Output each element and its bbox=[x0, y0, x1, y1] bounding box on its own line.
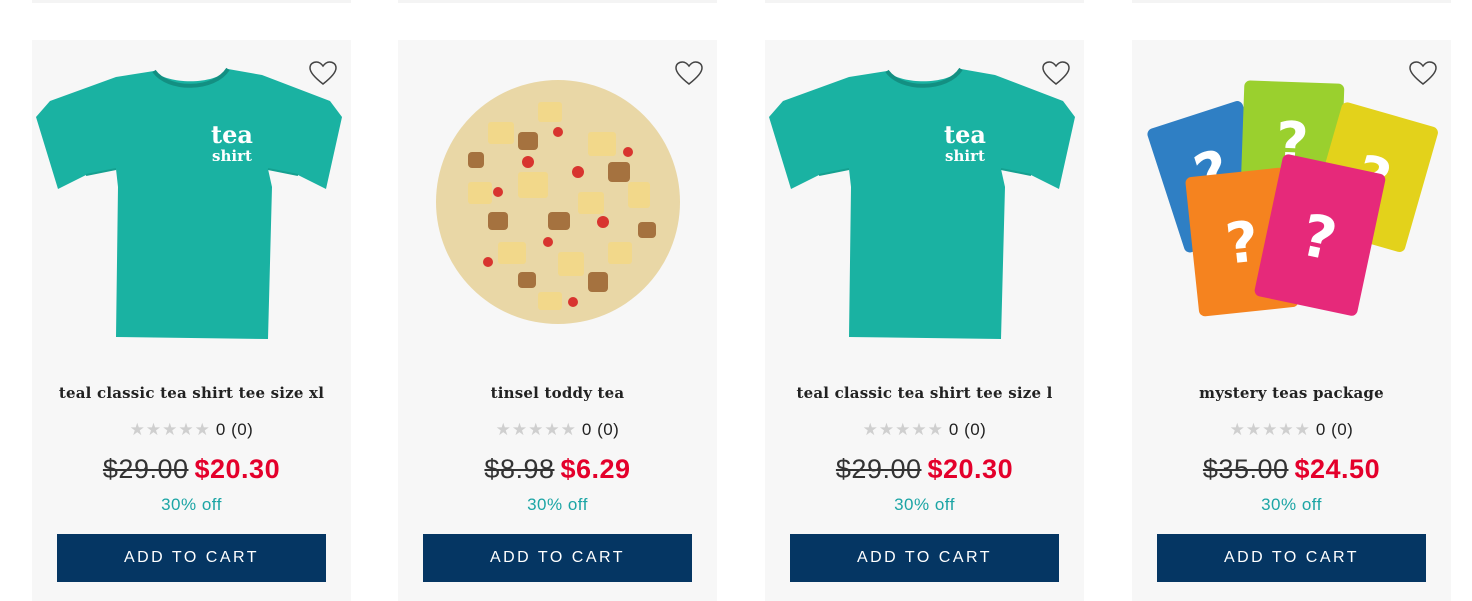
product-rating[interactable]: ★ ★ ★ ★ ★ 0 (0) bbox=[765, 420, 1084, 440]
original-price: $29.00 bbox=[835, 454, 922, 484]
discount-label: 30% off bbox=[161, 495, 222, 514]
star-icon: ★ bbox=[1278, 419, 1294, 440]
product-rating[interactable]: ★ ★ ★ ★ ★ 0 (0) bbox=[32, 420, 351, 440]
shirt-text-tea: tea bbox=[944, 120, 986, 149]
teal-tshirt-image[interactable]: tea shirt bbox=[769, 52, 1080, 352]
star-icon: ★ bbox=[878, 419, 895, 440]
star-icon: ★ bbox=[162, 419, 178, 440]
teal-tshirt-illustration: tea shirt bbox=[36, 67, 342, 339]
wishlist-heart-button[interactable] bbox=[1407, 58, 1439, 88]
rating-count: 0 (0) bbox=[1315, 420, 1354, 439]
star-icon: ★ bbox=[511, 419, 528, 440]
previous-row-edge bbox=[0, 0, 1472, 3]
add-to-cart-button[interactable]: ADD TO CART bbox=[790, 534, 1059, 582]
wishlist-heart-button[interactable] bbox=[307, 58, 339, 88]
add-to-cart-button[interactable]: ADD TO CART bbox=[423, 534, 692, 582]
shirt-text-shirt: shirt bbox=[945, 147, 985, 165]
pouch-question-mark: ? bbox=[1222, 209, 1261, 277]
star-icon: ★ bbox=[862, 419, 878, 440]
rating-stars: ★ ★ ★ ★ ★ bbox=[1229, 419, 1310, 440]
star-icon: ★ bbox=[178, 419, 194, 440]
rating-count: 0 (0) bbox=[948, 420, 987, 439]
sale-price: $24.50 bbox=[1294, 454, 1381, 484]
original-price: $29.00 bbox=[102, 454, 189, 484]
add-to-cart-button[interactable]: ADD TO CART bbox=[1157, 534, 1426, 582]
product-card[interactable]: tea shirt teal classic tea shirt tee siz… bbox=[765, 40, 1084, 601]
heart-icon bbox=[1042, 61, 1070, 85]
star-icon: ★ bbox=[145, 419, 162, 440]
loose-leaf-tea-illustration bbox=[435, 80, 680, 324]
rating-stars: ★ ★ ★ ★ ★ bbox=[862, 419, 943, 440]
discount-label: 30% off bbox=[1261, 495, 1322, 514]
price-block: $29.00 $20.30 bbox=[765, 454, 1084, 485]
sale-price: $20.30 bbox=[194, 454, 281, 484]
star-icon: ★ bbox=[528, 419, 544, 440]
product-name[interactable]: teal classic tea shirt tee size l bbox=[765, 384, 1084, 402]
rating-stars: ★ ★ ★ ★ ★ bbox=[495, 419, 576, 440]
heart-icon bbox=[309, 61, 337, 85]
original-price: $8.98 bbox=[484, 454, 555, 484]
star-icon: ★ bbox=[927, 419, 943, 440]
product-card[interactable]: tea shirt teal classic tea shirt tee siz… bbox=[32, 40, 351, 601]
product-card[interactable]: ? ? ? ? ? bbox=[1132, 40, 1451, 601]
star-icon: ★ bbox=[895, 419, 911, 440]
loose-leaf-tea-image[interactable] bbox=[402, 52, 713, 352]
price-block: $29.00 $20.30 bbox=[32, 454, 351, 485]
price-block: $8.98 $6.29 bbox=[398, 454, 717, 485]
teal-tshirt-illustration: tea shirt bbox=[769, 67, 1075, 339]
star-icon: ★ bbox=[194, 419, 210, 440]
wishlist-heart-button[interactable] bbox=[1040, 58, 1072, 88]
star-icon: ★ bbox=[129, 419, 145, 440]
previous-card-edge bbox=[398, 0, 717, 3]
wishlist-heart-button[interactable] bbox=[673, 58, 705, 88]
discount-label: 30% off bbox=[894, 495, 955, 514]
product-rating[interactable]: ★ ★ ★ ★ ★ 0 (0) bbox=[1132, 420, 1451, 440]
mystery-pouches-image[interactable]: ? ? ? ? ? bbox=[1136, 52, 1447, 352]
rating-stars: ★ ★ ★ ★ ★ bbox=[129, 419, 210, 440]
product-card[interactable]: tinsel toddy tea ★ ★ ★ ★ ★ 0 (0) $8.98 $6.29… bbox=[398, 40, 717, 601]
star-icon: ★ bbox=[1294, 419, 1310, 440]
rating-count: 0 (0) bbox=[215, 420, 254, 439]
teal-tshirt-image[interactable]: tea shirt bbox=[36, 52, 347, 352]
star-icon: ★ bbox=[560, 419, 576, 440]
discount-label: 30% off bbox=[527, 495, 588, 514]
mystery-pouches-illustration: ? ? ? ? ? bbox=[1146, 80, 1438, 317]
star-icon: ★ bbox=[495, 419, 511, 440]
sale-price: $20.30 bbox=[927, 454, 1014, 484]
star-icon: ★ bbox=[1229, 419, 1245, 440]
previous-card-edge bbox=[765, 0, 1084, 3]
product-name[interactable]: mystery teas package bbox=[1132, 384, 1451, 402]
heart-icon bbox=[675, 61, 703, 85]
sale-price: $6.29 bbox=[560, 454, 631, 484]
heart-icon bbox=[1409, 61, 1437, 85]
add-to-cart-button[interactable]: ADD TO CART bbox=[57, 534, 326, 582]
product-rating[interactable]: ★ ★ ★ ★ ★ 0 (0) bbox=[398, 420, 717, 440]
shirt-text-tea: tea bbox=[211, 120, 253, 149]
previous-card-edge bbox=[32, 0, 351, 3]
star-icon: ★ bbox=[911, 419, 927, 440]
product-name[interactable]: tinsel toddy tea bbox=[398, 384, 717, 402]
product-name[interactable]: teal classic tea shirt tee size xl bbox=[32, 384, 351, 402]
shirt-text-shirt: shirt bbox=[212, 147, 252, 165]
star-icon: ★ bbox=[1245, 419, 1262, 440]
star-icon: ★ bbox=[544, 419, 560, 440]
price-block: $35.00 $24.50 bbox=[1132, 454, 1451, 485]
previous-card-edge bbox=[1132, 0, 1451, 3]
original-price: $35.00 bbox=[1202, 454, 1289, 484]
star-icon: ★ bbox=[1262, 419, 1278, 440]
rating-count: 0 (0) bbox=[581, 420, 620, 439]
